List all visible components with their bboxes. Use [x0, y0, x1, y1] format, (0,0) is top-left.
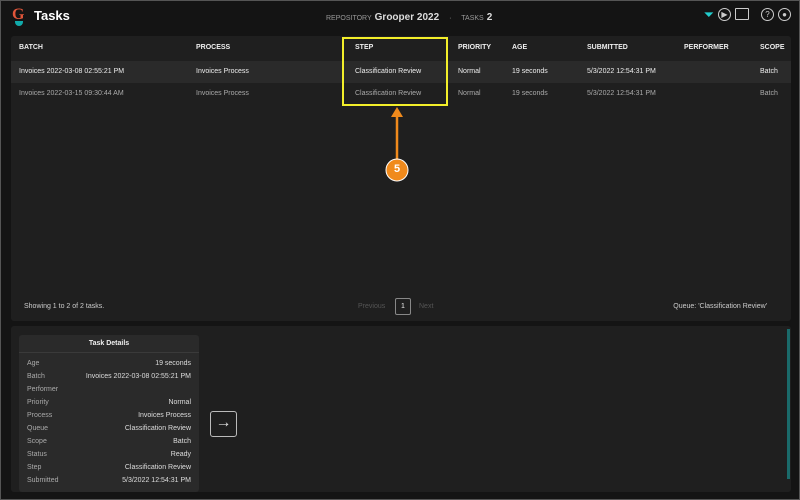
table-cell: 5/3/2022 12:54:31 PM — [587, 90, 656, 97]
task-details-card: Task Details Age 19 seconds Batch Invoices … — [19, 335, 199, 492]
table-cell: Normal — [458, 90, 481, 97]
detail-row: Priority Normal — [19, 396, 199, 409]
table-cell: Invoices 2022-03-15 09:30:44 AM — [19, 90, 124, 97]
table-cell: 19 seconds — [512, 90, 548, 97]
detail-key: Batch — [27, 373, 45, 380]
queue-label: Queue: 'Classification Review' — [673, 303, 767, 310]
play-icon[interactable]: ▶ — [718, 8, 731, 21]
folder-add-icon[interactable] — [735, 8, 749, 20]
detail-key: Queue — [27, 425, 49, 432]
column-header[interactable]: SUBMITTED — [587, 44, 628, 51]
annotation-badge: 5 — [393, 163, 401, 175]
column-header[interactable]: PERFORMER — [684, 44, 729, 51]
table-cell: Invoices Process — [196, 90, 249, 97]
repository-name: Grooper 2022 — [374, 12, 440, 23]
repository-label: REPOSITORY — [326, 15, 372, 22]
table-cell: Normal — [458, 68, 481, 75]
detail-row: Scope Batch — [19, 435, 199, 448]
user-icon[interactable]: ● — [778, 8, 791, 21]
detail-row: Submitted 5/3/2022 12:54:31 PM — [19, 474, 199, 487]
detail-key: Performer — [27, 386, 59, 393]
detail-value: Normal — [168, 399, 191, 406]
detail-row: Performer — [19, 383, 199, 396]
tasks-count: 2 — [486, 12, 493, 23]
toolbar-icons: ⏷ ▶ ? ● — [704, 8, 791, 21]
column-header[interactable]: PRIORITY — [458, 44, 491, 51]
detail-value: Invoices Process — [138, 412, 191, 419]
detail-key: Process — [27, 412, 53, 419]
table-cell: Batch — [760, 68, 778, 75]
logo-mark — [15, 21, 23, 26]
next-button[interactable]: Next — [419, 303, 433, 310]
page-title: Tasks — [34, 8, 70, 23]
detail-value: Ready — [170, 451, 191, 458]
arrow-right-icon: → — [215, 414, 232, 431]
detail-row: Batch Invoices 2022-03-08 02:55:21 PM — [19, 370, 199, 383]
column-header[interactable]: SCOPE — [760, 44, 785, 51]
column-header[interactable]: PROCESS — [196, 44, 230, 51]
detail-value: 5/3/2022 12:54:31 PM — [122, 477, 191, 484]
column-header[interactable]: AGE — [512, 44, 527, 51]
page-1-button[interactable]: 1 — [395, 298, 411, 315]
separator: · — [449, 15, 452, 22]
detail-key: Age — [27, 360, 40, 367]
showing-count: Showing 1 to 2 of 2 tasks. — [24, 303, 105, 310]
table-cell: Invoices 2022-03-08 02:55:21 PM — [19, 68, 125, 75]
detail-key: Status — [27, 451, 47, 458]
detail-key: Submitted — [27, 477, 59, 484]
table-cell: 19 seconds — [512, 68, 548, 75]
table-cell: Batch — [760, 90, 778, 97]
filter-icon[interactable]: ⏷ — [704, 8, 714, 21]
detail-row: Status Ready — [19, 448, 199, 461]
tasks-label: TASKS — [461, 15, 484, 22]
previous-button[interactable]: Previous — [358, 303, 385, 310]
repository-info: REPOSITORY Grooper 2022 · TASKS 2 — [326, 12, 492, 23]
detail-value: Classification Review — [124, 464, 191, 471]
detail-row: Age 19 seconds — [19, 357, 199, 370]
detail-key: Step — [27, 464, 42, 471]
table-cell: Invoices Process — [196, 68, 249, 75]
detail-value: 19 seconds — [155, 360, 191, 367]
detail-row: Step Classification Review — [19, 461, 199, 474]
scrollbar[interactable] — [787, 329, 790, 479]
column-header[interactable]: BATCH — [19, 44, 43, 51]
detail-value: Classification Review — [124, 425, 191, 432]
detail-key: Priority — [27, 399, 49, 406]
table-cell: 5/3/2022 12:54:31 PM — [587, 68, 656, 75]
help-icon[interactable]: ? — [761, 8, 774, 21]
detail-row: Process Invoices Process — [19, 409, 199, 422]
step-column-highlight — [342, 37, 448, 106]
detail-key: Scope — [27, 438, 47, 445]
detail-row: Queue Classification Review — [19, 422, 199, 435]
task-details-title: Task Details — [19, 335, 199, 353]
detail-value: Invoices 2022-03-08 02:55:21 PM — [85, 373, 191, 380]
detail-value: Batch — [173, 438, 191, 445]
open-task-button[interactable]: → — [210, 411, 237, 437]
